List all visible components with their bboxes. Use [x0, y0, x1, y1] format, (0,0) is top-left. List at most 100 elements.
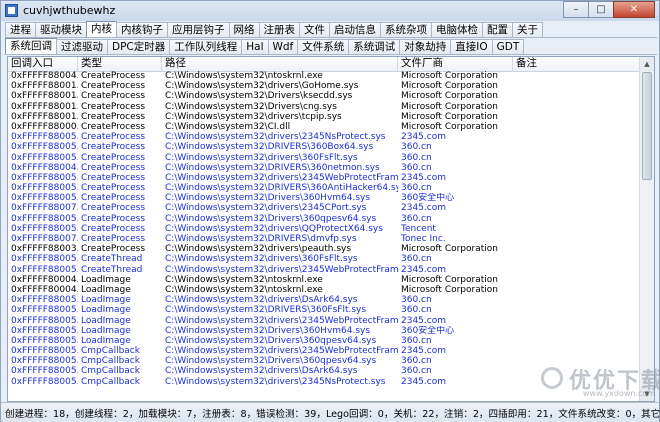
maximize-button[interactable]: □ [588, 1, 614, 18]
tab-sub-1[interactable]: 过滤驱动 [56, 39, 108, 54]
table-row[interactable]: 0xFFFFF88005... CreateProcess C:\Windows\s… [8, 193, 640, 203]
sub-tab-divider [5, 54, 657, 55]
table-row[interactable]: 0xFFFFF88005... LoadImage C:\Windows\syste… [8, 305, 640, 315]
table-row[interactable]: 0xFFFFF88007... CreateProcess C:\Windows\s… [8, 234, 640, 244]
cell-type: CreateProcess [81, 111, 146, 122]
cell-vendor: 2345.com [401, 315, 446, 326]
table-row[interactable]: 0xFFFFF88005... CreateThread C:\Windows\sy… [8, 265, 640, 275]
table-row[interactable]: 0xFFFFF88005... CreateProcess C:\Windows\s… [8, 214, 640, 224]
cell-note [513, 326, 640, 336]
tab-sub-10[interactable]: GDT [491, 39, 525, 54]
tab-sub-4[interactable]: Hal [241, 39, 269, 54]
tab-sub-3[interactable]: 工作队列线程 [169, 39, 243, 54]
cell-vendor: 2345.com [401, 346, 446, 357]
cell-entry: 0xFFFFF88004... [11, 71, 78, 81]
cell-type: CreateProcess [81, 172, 146, 183]
table-row[interactable]: 0xFFFFF88005... CreateProcess C:\Windows\s… [8, 153, 640, 163]
table-row[interactable]: 0xFFFFF80004... LoadImage C:\Windows\syste… [8, 285, 640, 295]
table-row[interactable]: 0xFFFFF80004... LoadImage C:\Windows\syste… [8, 275, 640, 285]
title-bar[interactable]: cuvhjwthubewhz – □ ✕ [1, 1, 659, 21]
tab-main-10[interactable]: 电脑体检 [431, 22, 483, 37]
cell-path: C:\Windows\system32\ntoskrnl.exe [165, 71, 323, 81]
table-row[interactable]: 0xFFFFF88005... CreateThread C:\Windows\sy… [8, 254, 640, 264]
table-row[interactable]: 0xFFFFF88005... CreateProcess C:\Windows\s… [8, 132, 640, 142]
tab-sub-9[interactable]: 直接IO [450, 39, 493, 54]
cell-vendor: Microsoft Corporation [401, 71, 498, 81]
column-header[interactable]: 类型 [78, 57, 162, 71]
tab-sub-7[interactable]: 系统调试 [348, 39, 401, 54]
cell-vendor: 360.cn [401, 305, 432, 316]
table-row[interactable]: 0xFFFFF88005... LoadImage C:\Windows\syste… [8, 326, 640, 336]
table-row[interactable]: 0xFFFFF88001... CreateProcess C:\Windows\s… [8, 112, 640, 122]
table-row[interactable]: 0xFFFFF88004... CreateProcess C:\Windows\s… [8, 71, 640, 81]
tab-main-2[interactable]: 内核 [86, 21, 117, 37]
table-row[interactable]: 0xFFFFF88005... CmpCallback C:\Windows\sys… [8, 377, 640, 387]
table-row[interactable]: 0xFFFFF88005... CreateProcess C:\Windows\s… [8, 224, 640, 234]
table-row[interactable]: 0xFFFFF88005... CmpCallback C:\Windows\sys… [8, 346, 640, 356]
table-row[interactable]: 0xFFFFF88005... LoadImage C:\Windows\syste… [8, 336, 640, 346]
column-header[interactable]: 文件厂商 [398, 57, 513, 71]
tab-sub-8[interactable]: 对象劫持 [399, 39, 452, 54]
tab-main-7[interactable]: 文件 [299, 22, 330, 37]
cell-type: CreateProcess [81, 142, 146, 153]
main-tab-bar: 进程 驱动模块 内核 内核钩子 应用层钩子 网络 注册表 文件 启动信息 系统杂项 电脑体检 配置 关于 [5, 21, 543, 37]
table-row[interactable]: 0xFFFFF88005... CmpCallback C:\Windows\sys… [8, 366, 640, 376]
minimize-button[interactable]: – [563, 1, 589, 18]
tab-sub-6[interactable]: 文件系统 [297, 39, 350, 54]
table-row[interactable]: 0xFFFFF88005... LoadImage C:\Windows\syste… [8, 316, 640, 326]
cell-note [513, 153, 640, 163]
column-header[interactable]: 回调入口 [8, 57, 78, 71]
table-row[interactable]: 0xFFFFF88001... CreateProcess C:\Windows\s… [8, 102, 640, 112]
cell-vendor: Microsoft Corporation [401, 111, 498, 122]
tab-main-4[interactable]: 应用层钩子 [167, 22, 230, 37]
cell-note [513, 102, 640, 112]
cell-note [513, 71, 640, 81]
cell-entry: 0xFFFFF88005... [11, 264, 78, 275]
cell-type: LoadImage [81, 305, 131, 316]
tab-main-9[interactable]: 系统杂项 [380, 22, 432, 37]
tab-main-11[interactable]: 配置 [482, 22, 513, 37]
cell-path: C:\Windows\system32\CI.dll [165, 121, 291, 132]
table-row[interactable]: 0xFFFFF88005... CreateProcess C:\Windows\s… [8, 183, 640, 193]
table-row[interactable]: 0xFFFFF88000... CreateProcess C:\Windows\s… [8, 122, 640, 132]
cell-path: C:\Windows\system32\drivers\2345CPort.sy… [165, 203, 367, 214]
table-row[interactable]: 0xFFFFF88004... CreateProcess C:\Windows\s… [8, 163, 640, 173]
cell-vendor: 360.cn [401, 142, 432, 153]
cell-note [513, 265, 640, 275]
table-row[interactable]: 0xFFFFF88005... CmpCallback C:\Windows\sys… [8, 356, 640, 366]
table-row[interactable]: 0xFFFFF88007... CreateProcess C:\Windows\s… [8, 203, 640, 213]
tab-sub-0[interactable]: 系统回调 [5, 38, 57, 54]
table-row[interactable]: 0xFFFFF88001... CreateProcess C:\Windows\s… [8, 81, 640, 91]
column-header[interactable]: 备注 [513, 57, 640, 71]
vertical-scrollbar[interactable]: ▲ ▼ [639, 57, 654, 401]
cell-path: C:\Windows\system32\Drivers\cng.sys [165, 101, 337, 112]
cell-entry: 0xFFFFF88005... [11, 254, 78, 265]
tab-main-0[interactable]: 进程 [5, 22, 36, 37]
close-button[interactable]: ✕ [613, 1, 655, 18]
tab-main-6[interactable]: 注册表 [258, 22, 300, 37]
table-row[interactable]: 0xFFFFF88005... CreateProcess C:\Windows\s… [8, 173, 640, 183]
table-row[interactable]: 0xFFFFF88005... LoadImage C:\Windows\syste… [8, 295, 640, 305]
cell-type: LoadImage [81, 315, 131, 326]
scroll-up-arrow-icon[interactable]: ▲ [640, 57, 654, 71]
scroll-down-arrow-icon[interactable]: ▼ [640, 387, 654, 401]
cell-entry: 0xFFFFF88001... [11, 91, 78, 102]
tab-sub-5[interactable]: Wdf [267, 39, 299, 54]
cell-note [513, 295, 640, 305]
tab-sub-2[interactable]: DPC定时器 [107, 39, 171, 54]
cell-type: CreateProcess [81, 132, 146, 143]
cell-entry: 0xFFFFF88007... [11, 234, 78, 244]
tab-main-8[interactable]: 启动信息 [329, 22, 381, 37]
table-row[interactable]: 0xFFFFF88003... CreateProcess C:\Windows\s… [8, 244, 640, 254]
cell-vendor: 2345.com [401, 203, 446, 214]
column-header[interactable]: 路径 [162, 57, 398, 71]
cell-type: LoadImage [81, 325, 131, 336]
tab-main-3[interactable]: 内核钩子 [116, 22, 168, 37]
tab-main-12[interactable]: 关于 [512, 22, 543, 37]
table-row[interactable]: 0xFFFFF88005... CreateProcess C:\Windows\s… [8, 142, 640, 152]
tab-main-5[interactable]: 网络 [228, 22, 260, 37]
cell-note [513, 336, 640, 346]
table-row[interactable]: 0xFFFFF88001... CreateProcess C:\Windows\s… [8, 91, 640, 101]
scroll-thumb[interactable] [642, 72, 652, 180]
tab-main-1[interactable]: 驱动模块 [35, 22, 87, 37]
